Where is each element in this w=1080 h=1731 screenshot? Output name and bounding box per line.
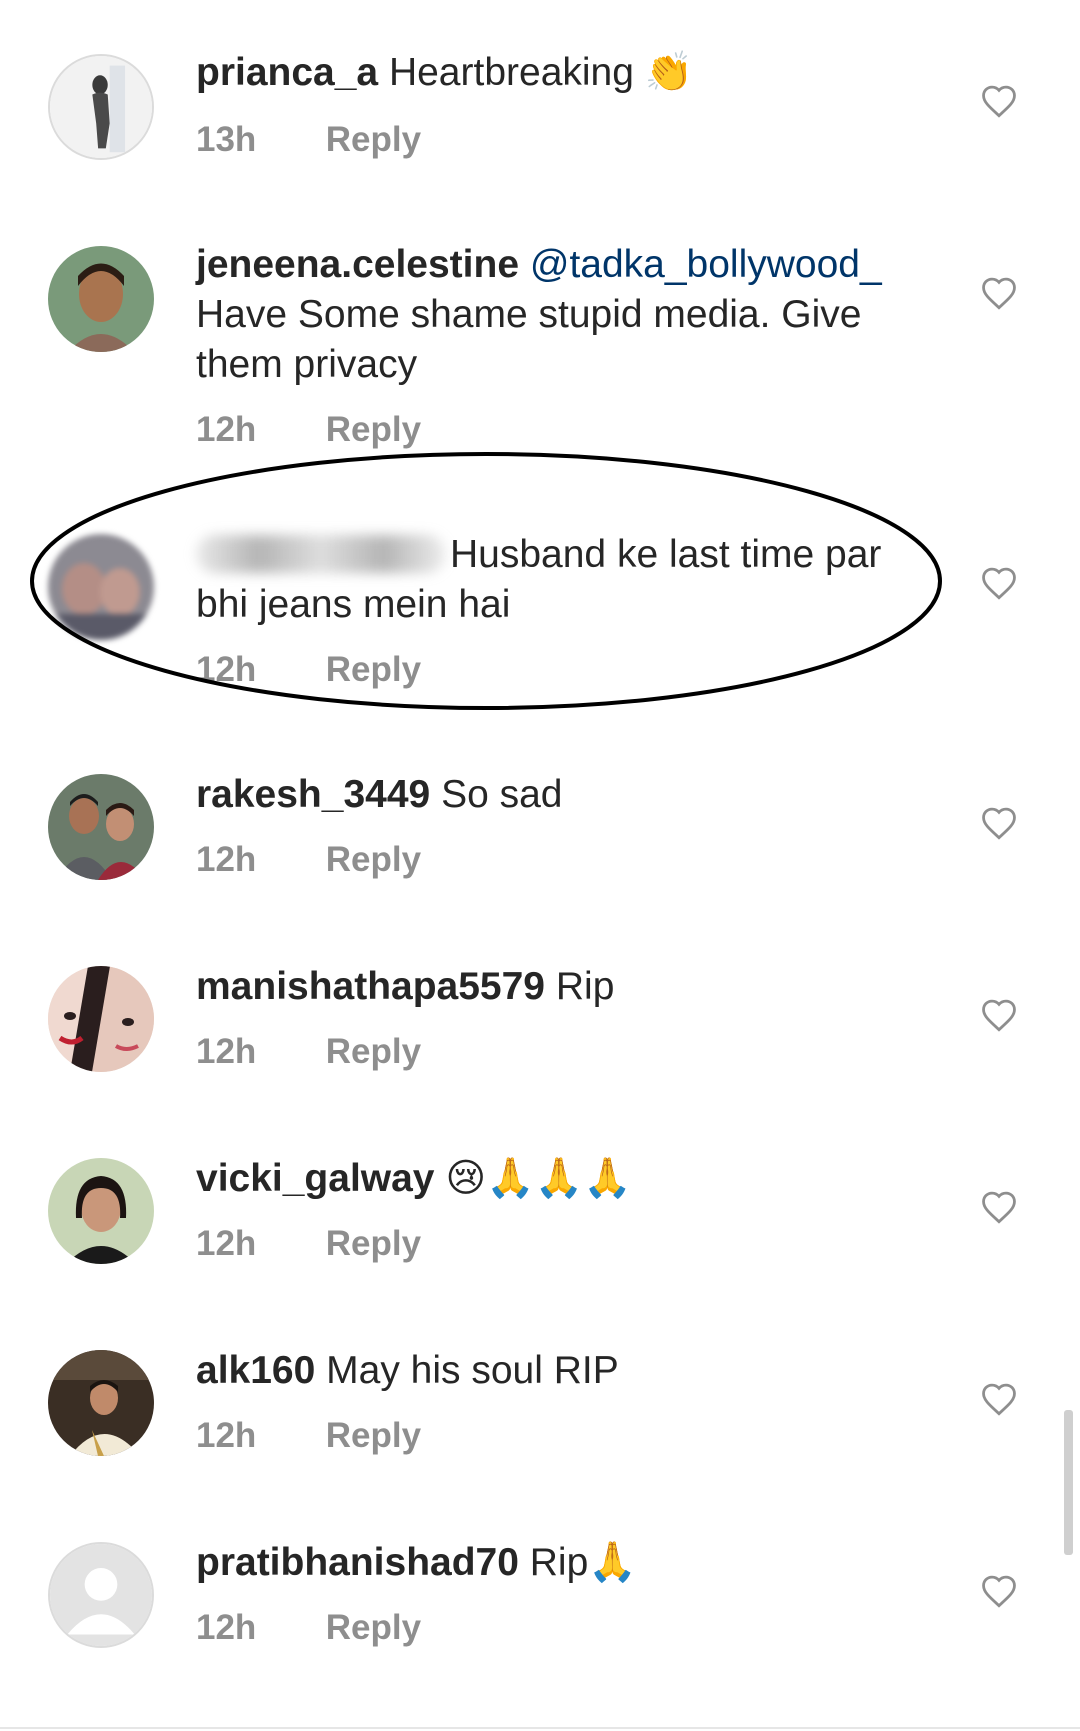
- comment-time: 12h: [196, 650, 257, 689]
- avatar[interactable]: [48, 54, 154, 160]
- comment-username[interactable]: prianca_a: [196, 51, 378, 94]
- comment-username[interactable]: jeneena.celestine: [196, 243, 519, 286]
- clapping-hands-emoji: 👏: [644, 50, 694, 95]
- woman-photo-avatar-icon: [48, 1158, 154, 1264]
- comment-time: 12h: [196, 1416, 257, 1455]
- comment-username[interactable]: rakesh_3449: [196, 773, 430, 816]
- like-heart-icon[interactable]: [980, 998, 1018, 1032]
- woman-saree-avatar-icon: [48, 1350, 154, 1456]
- reply-button[interactable]: Reply: [326, 1224, 421, 1264]
- avatar[interactable]: [48, 966, 154, 1072]
- avatar[interactable]: [48, 1542, 154, 1648]
- like-heart-icon[interactable]: [980, 276, 1018, 310]
- avatar[interactable]: [48, 1158, 154, 1264]
- like-heart-icon[interactable]: [980, 1382, 1018, 1416]
- comment-text: Heartbreaking: [388, 51, 634, 94]
- divider: [0, 1727, 1080, 1729]
- comment-text: Have Some shame stupid media. Give them …: [196, 293, 862, 386]
- comment-time: 12h: [196, 410, 257, 449]
- comment-time: 13h: [196, 120, 257, 159]
- profile-photo-avatar-icon: [48, 246, 154, 352]
- comment-text: May his soul RIP: [326, 1349, 619, 1392]
- comment-time: 12h: [196, 1608, 257, 1647]
- avatar[interactable]: [48, 246, 154, 352]
- comment-username[interactable]: pratibhanishad70: [196, 1541, 519, 1584]
- like-heart-icon[interactable]: [980, 1190, 1018, 1224]
- comment-username[interactable]: alk160: [196, 1349, 315, 1392]
- scrollbar[interactable]: [1064, 1410, 1073, 1555]
- comment-text: Rip: [555, 965, 615, 1008]
- photo-silhouette-avatar-icon: [50, 56, 152, 158]
- like-heart-icon[interactable]: [980, 806, 1018, 840]
- reply-button[interactable]: Reply: [326, 650, 421, 690]
- face-collage-avatar-icon: [48, 966, 154, 1072]
- avatar[interactable]: [48, 534, 154, 640]
- comment-username[interactable]: manishathapa5579: [196, 965, 545, 1008]
- praying-hands-emoji: 🙏: [588, 1540, 637, 1585]
- comment-text: So sad: [441, 773, 563, 816]
- comment-time: 12h: [196, 1224, 257, 1263]
- like-heart-icon[interactable]: [980, 1574, 1018, 1608]
- comment-time: 12h: [196, 840, 257, 879]
- reply-button[interactable]: Reply: [326, 840, 421, 880]
- comment-username[interactable]: vicki_galway: [196, 1157, 435, 1200]
- avatar[interactable]: [48, 1350, 154, 1456]
- comment-text: Rip: [529, 1541, 589, 1584]
- comment-time: 12h: [196, 1032, 257, 1071]
- like-heart-icon[interactable]: [980, 566, 1018, 600]
- couple-photo-avatar-icon: [48, 774, 154, 880]
- default-user-avatar-icon: [50, 1544, 152, 1646]
- reply-button[interactable]: Reply: [326, 1608, 421, 1648]
- reply-button[interactable]: Reply: [326, 410, 421, 450]
- blurred-avatar-icon: [48, 534, 154, 640]
- reply-button[interactable]: Reply: [326, 1416, 421, 1456]
- crying-praying-emoji: 😢🙏🙏🙏: [445, 1156, 632, 1201]
- avatar[interactable]: [48, 774, 154, 880]
- blurred-username[interactable]: [196, 535, 446, 573]
- like-heart-icon[interactable]: [980, 84, 1018, 118]
- reply-button[interactable]: Reply: [326, 1032, 421, 1072]
- reply-button[interactable]: Reply: [326, 120, 421, 160]
- mention-link[interactable]: @tadka_bollywood_: [530, 243, 882, 286]
